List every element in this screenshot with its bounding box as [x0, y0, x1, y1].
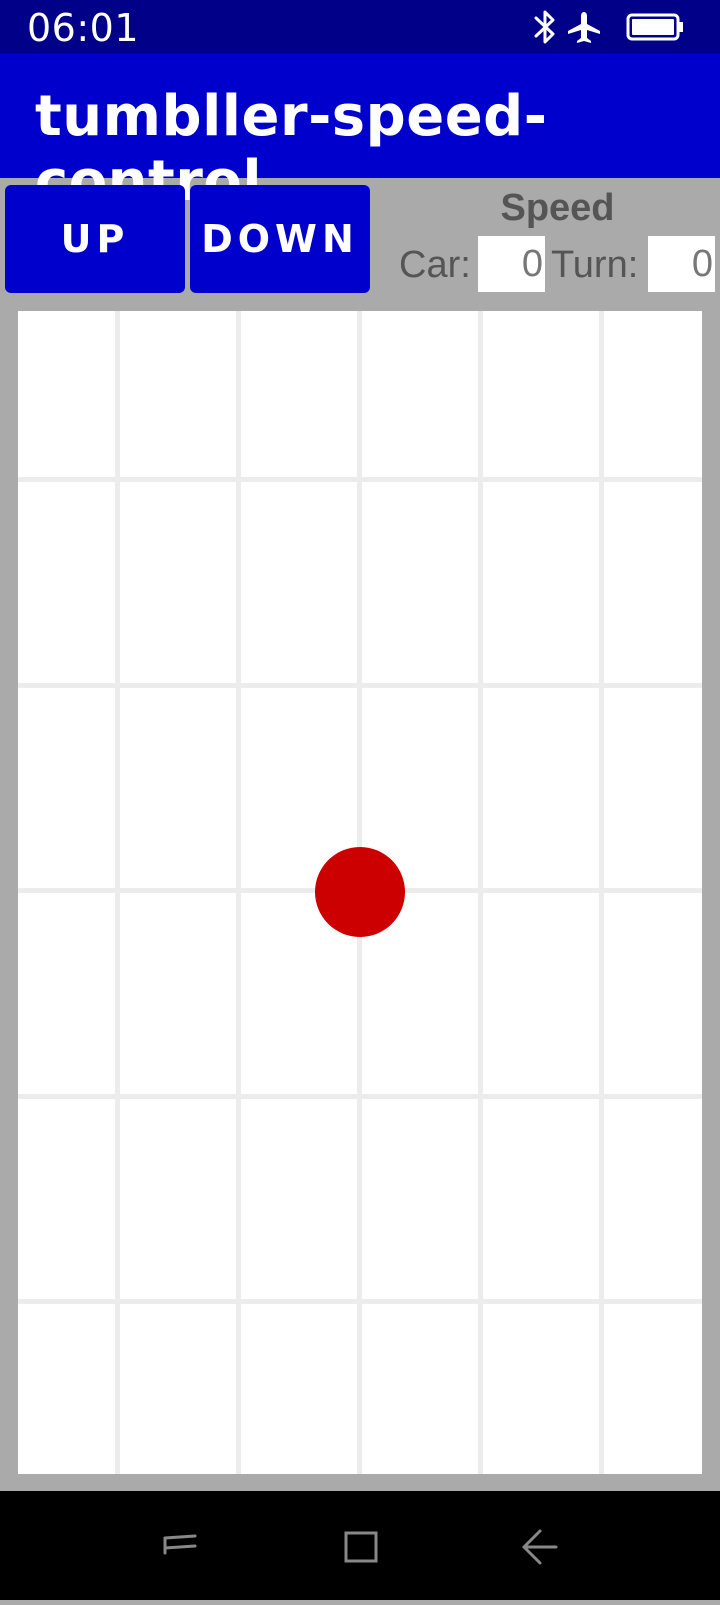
battery-icon [626, 13, 683, 41]
airplane-mode-icon [568, 12, 600, 43]
back-icon[interactable] [522, 1529, 558, 1565]
up-button[interactable]: UP [5, 185, 185, 293]
nav-icons [163, 1529, 558, 1565]
navigation-bar [0, 1491, 720, 1600]
grid-line [18, 1094, 702, 1099]
recents-icon[interactable] [163, 1534, 197, 1555]
grid-line [18, 477, 702, 482]
turn-speed-label: Turn: [551, 244, 639, 286]
grid-line [18, 1299, 702, 1304]
title-bar: tumbller-speed-control [0, 54, 720, 214]
home-icon[interactable] [344, 1531, 378, 1563]
car-speed-value: 0 [478, 236, 545, 292]
speed-title: Speed [500, 187, 615, 229]
bluetooth-icon [534, 10, 555, 44]
status-icons [534, 10, 683, 44]
grid-line [18, 683, 702, 688]
status-bar: 06:01 [0, 0, 720, 54]
joystick-pad[interactable] [18, 311, 702, 1474]
car-speed-label: Car: [399, 244, 471, 286]
joystick-handle[interactable] [315, 847, 405, 937]
down-button[interactable]: DOWN [190, 185, 370, 293]
turn-speed-value: 0 [648, 236, 715, 292]
